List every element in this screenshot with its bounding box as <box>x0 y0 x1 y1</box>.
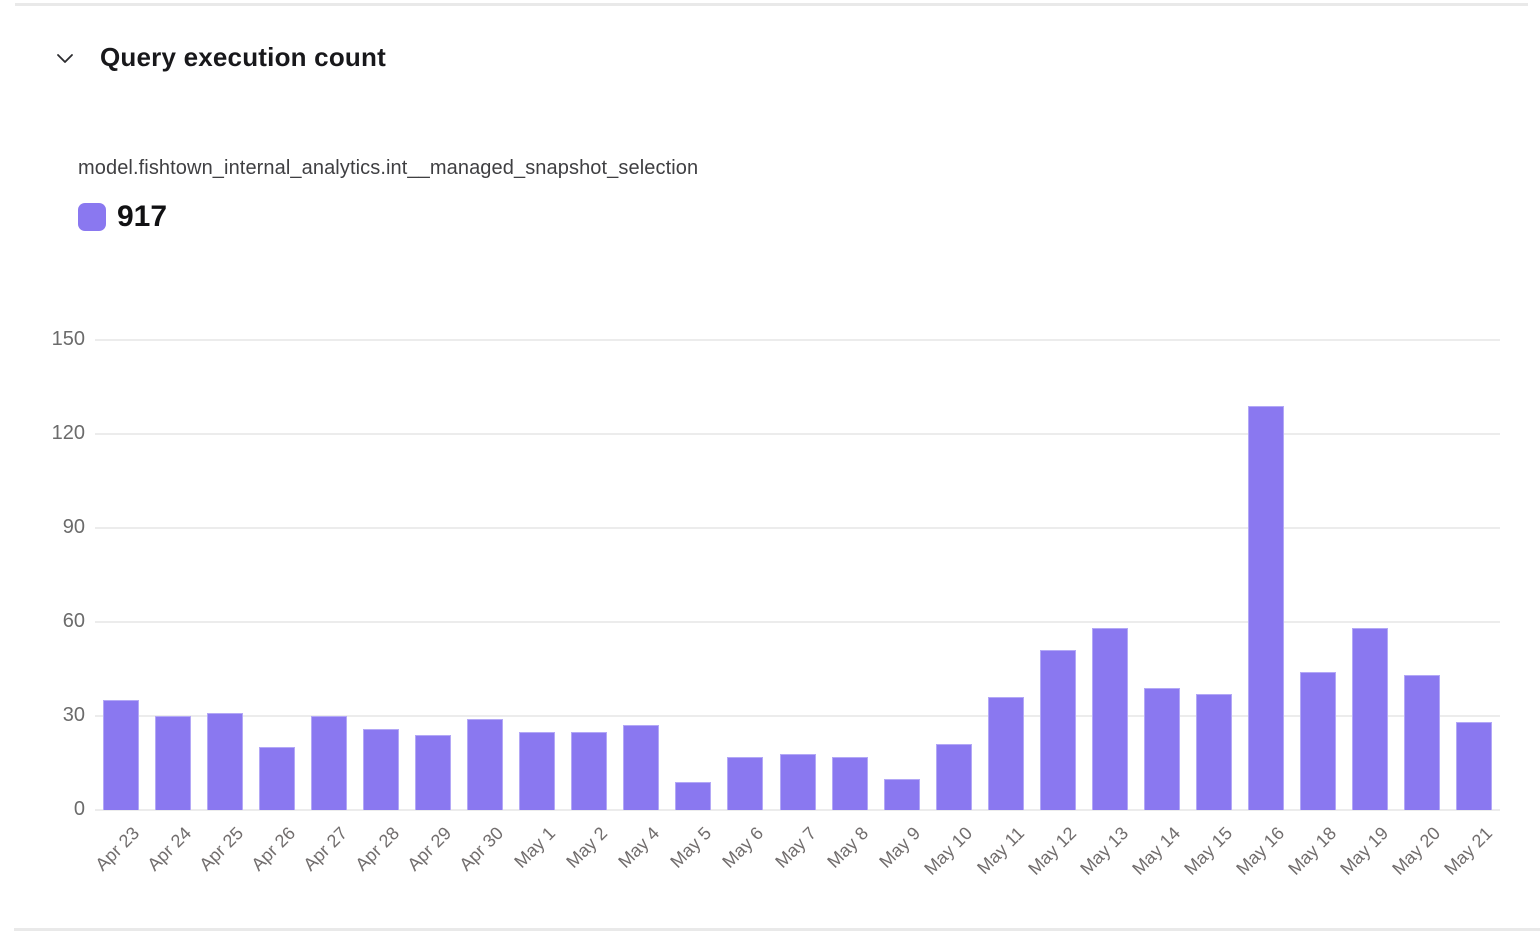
gridline <box>95 433 1500 435</box>
bar[interactable] <box>675 782 711 810</box>
bar[interactable] <box>571 732 607 810</box>
bar[interactable] <box>519 732 555 810</box>
y-axis-tick-label: 0 <box>25 798 85 821</box>
bar[interactable] <box>363 729 399 810</box>
bar[interactable] <box>1144 688 1180 810</box>
bar[interactable] <box>311 716 347 810</box>
bar[interactable] <box>467 719 503 810</box>
gridline <box>95 527 1500 529</box>
bar[interactable] <box>259 747 295 810</box>
y-axis-tick-label: 60 <box>25 610 85 633</box>
bar[interactable] <box>623 725 659 810</box>
bar[interactable] <box>1092 628 1128 810</box>
y-axis-tick-label: 150 <box>25 328 85 351</box>
bar[interactable] <box>727 757 763 810</box>
bar[interactable] <box>415 735 451 810</box>
bar[interactable] <box>780 754 816 810</box>
y-axis-tick-label: 120 <box>25 422 85 445</box>
bar[interactable] <box>155 716 191 810</box>
bar[interactable] <box>832 757 868 810</box>
bar-chart: 0306090120150Apr 23Apr 24Apr 25Apr 26Apr… <box>0 0 1540 936</box>
bar[interactable] <box>1196 694 1232 810</box>
bar[interactable] <box>884 779 920 810</box>
bar[interactable] <box>1404 675 1440 810</box>
gridline <box>95 621 1500 623</box>
bar[interactable] <box>1040 650 1076 810</box>
bar[interactable] <box>1352 628 1388 810</box>
y-axis-tick-label: 90 <box>25 516 85 539</box>
bar[interactable] <box>936 744 972 810</box>
bar[interactable] <box>207 713 243 810</box>
bar[interactable] <box>1300 672 1336 810</box>
gridline <box>95 339 1500 341</box>
bar[interactable] <box>1248 406 1284 810</box>
gridline <box>95 715 1500 717</box>
bar[interactable] <box>988 697 1024 810</box>
y-axis-tick-label: 30 <box>25 704 85 727</box>
bar[interactable] <box>103 700 139 810</box>
bar[interactable] <box>1456 722 1492 810</box>
